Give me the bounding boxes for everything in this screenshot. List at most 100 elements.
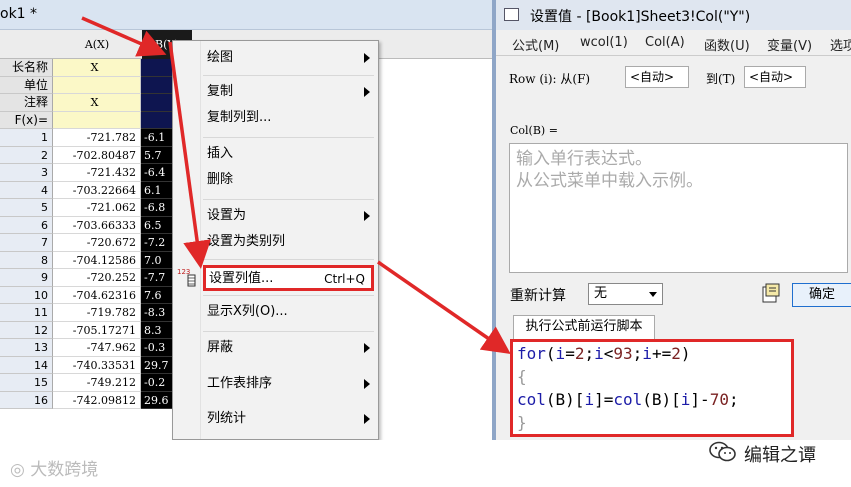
- expression-input[interactable]: 输入单行表达式。 从公式菜单中载入示例。: [509, 143, 848, 273]
- menu-item[interactable]: 显示X列(O)...: [207, 303, 288, 321]
- cell-a[interactable]: -749.212: [53, 374, 141, 392]
- menu-item-label: 绘图: [207, 50, 234, 65]
- meta-row-label[interactable]: 长名称: [0, 59, 53, 77]
- menu-formula[interactable]: 公式(M): [512, 35, 559, 54]
- menu-item[interactable]: 复制列到...: [207, 109, 271, 127]
- chevron-down-icon: [649, 292, 657, 297]
- table-row: 10 -704.62316 7.6: [0, 286, 192, 304]
- table-row: 7 -720.672 -7.2: [0, 234, 192, 252]
- meta-cell-a[interactable]: [53, 111, 141, 129]
- meta-cell-a[interactable]: [53, 76, 141, 94]
- row-number[interactable]: 9: [0, 269, 53, 287]
- screenshot-stage: { "book": { "title": "ok1 *", "columns":…: [0, 0, 851, 487]
- set-values-dialog: 设置值 - [Book1]Sheet3!Col("Y") 公式(M) wcol(…: [492, 0, 851, 440]
- menu-options[interactable]: 选项: [830, 35, 851, 54]
- row-number[interactable]: 3: [0, 164, 53, 182]
- camera-icon: ◎: [10, 460, 31, 480]
- submenu-arrow-icon: [364, 211, 370, 221]
- column-expression-label: Col(B) =: [510, 124, 558, 137]
- menu-item[interactable]: 绘图: [207, 49, 233, 67]
- table-row: 2 -702.80487 5.7: [0, 146, 192, 164]
- meta-row: F(x)=: [0, 111, 192, 129]
- before-formula-script-editor[interactable]: for(i=2;i<93;i+=2) {col(B)[i]=col(B)[i]-7…: [510, 339, 794, 437]
- meta-row: 注释 X: [0, 94, 192, 112]
- row-from-input[interactable]: <自动>: [625, 66, 689, 88]
- row-number[interactable]: 12: [0, 321, 53, 339]
- recalculate-select[interactable]: 无: [588, 283, 663, 305]
- cell-a[interactable]: -747.962: [53, 339, 141, 357]
- tab-before-formula-script[interactable]: 执行公式前运行脚本: [513, 315, 655, 339]
- cell-a[interactable]: -703.22664: [53, 181, 141, 199]
- table-row: 8 -704.12586 7.0: [0, 251, 192, 269]
- recalculate-label: 重新计算: [510, 288, 566, 304]
- row-number[interactable]: 16: [0, 391, 53, 409]
- cell-a[interactable]: -721.782: [53, 129, 141, 147]
- cell-a[interactable]: -704.12586: [53, 251, 141, 269]
- menu-item[interactable]: 工作表排序: [207, 375, 272, 393]
- cell-a[interactable]: -703.66333: [53, 216, 141, 234]
- menu-item[interactable]: 删除: [207, 171, 233, 189]
- cell-a[interactable]: -705.17271: [53, 321, 141, 339]
- row-number[interactable]: 4: [0, 181, 53, 199]
- meta-cell-a[interactable]: X: [53, 59, 141, 77]
- cell-a[interactable]: -721.062: [53, 199, 141, 217]
- cell-a[interactable]: -720.672: [53, 234, 141, 252]
- menu-item-label: 设置列值...: [209, 271, 274, 286]
- wechat-icon: [708, 439, 738, 465]
- row-number[interactable]: 7: [0, 234, 53, 252]
- menu-item-label: 屏蔽: [207, 340, 234, 355]
- menu-item-set-column-values[interactable]: 设置列值... Ctrl+Q: [203, 265, 374, 291]
- menu-col[interactable]: Col(A): [645, 35, 685, 50]
- row-number[interactable]: 5: [0, 199, 53, 217]
- menu-wcol[interactable]: wcol(1): [580, 35, 628, 50]
- submenu-arrow-icon: [364, 379, 370, 389]
- cell-a[interactable]: -719.782: [53, 304, 141, 322]
- row-number[interactable]: 6: [0, 216, 53, 234]
- menu-item[interactable]: 插入: [207, 145, 233, 163]
- cell-a[interactable]: -742.09812: [53, 391, 141, 409]
- row-range-label: Row (i): 从(F): [509, 72, 591, 86]
- menu-functions[interactable]: 函数(U): [704, 35, 750, 54]
- cell-a[interactable]: -740.33531: [53, 356, 141, 374]
- menu-item-label: 设置为类别列: [207, 234, 286, 249]
- submenu-arrow-icon: [364, 53, 370, 63]
- column-header-a[interactable]: A(X): [53, 30, 141, 59]
- row-number[interactable]: 14: [0, 356, 53, 374]
- dialog-app-icon: [504, 8, 519, 21]
- menu-separator: [203, 295, 374, 296]
- cell-a[interactable]: -702.80487: [53, 146, 141, 164]
- recalculate-value: 无: [594, 286, 608, 301]
- menu-item[interactable]: 设置为类别列: [207, 233, 285, 251]
- row-number[interactable]: 8: [0, 251, 53, 269]
- menu-item[interactable]: 复制: [207, 83, 233, 101]
- row-number[interactable]: 1: [0, 129, 53, 147]
- meta-row-label[interactable]: 单位: [0, 76, 53, 94]
- menu-item[interactable]: 屏蔽: [207, 339, 233, 357]
- meta-row-label[interactable]: F(x)=: [0, 111, 53, 129]
- menu-item[interactable]: 设置为: [207, 207, 246, 225]
- row-number[interactable]: 13: [0, 339, 53, 357]
- watermark-left-text: 大数跨境: [30, 460, 99, 480]
- script-line: }: [517, 413, 527, 432]
- meta-row-label[interactable]: 注释: [0, 94, 53, 112]
- menu-item[interactable]: 列统计: [207, 410, 246, 428]
- cell-a[interactable]: -720.252: [53, 269, 141, 287]
- meta-cell-a[interactable]: X: [53, 94, 141, 112]
- table-row: 15 -749.212 -0.2: [0, 374, 192, 392]
- cell-a[interactable]: -704.62316: [53, 286, 141, 304]
- ok-button[interactable]: 确定: [792, 283, 851, 307]
- script-editor-icon[interactable]: [760, 282, 782, 304]
- row-number[interactable]: 2: [0, 146, 53, 164]
- row-to-label: 到(T): [706, 72, 736, 86]
- menu-item-shortcut: Ctrl+Q: [324, 272, 365, 286]
- row-number[interactable]: 11: [0, 304, 53, 322]
- row-number[interactable]: 15: [0, 374, 53, 392]
- cell-a[interactable]: -721.432: [53, 164, 141, 182]
- row-number[interactable]: 10: [0, 286, 53, 304]
- table-row: 13 -747.962 -0.3: [0, 339, 192, 357]
- table-row: 3 -721.432 -6.4: [0, 164, 192, 182]
- menu-variables[interactable]: 变量(V): [767, 35, 812, 54]
- dialog-titlebar: 设置值 - [Book1]Sheet3!Col("Y"): [496, 0, 851, 30]
- row-to-input[interactable]: <自动>: [744, 66, 806, 88]
- script-line: col(B)[i]=col(B)[i]-70;: [517, 390, 739, 409]
